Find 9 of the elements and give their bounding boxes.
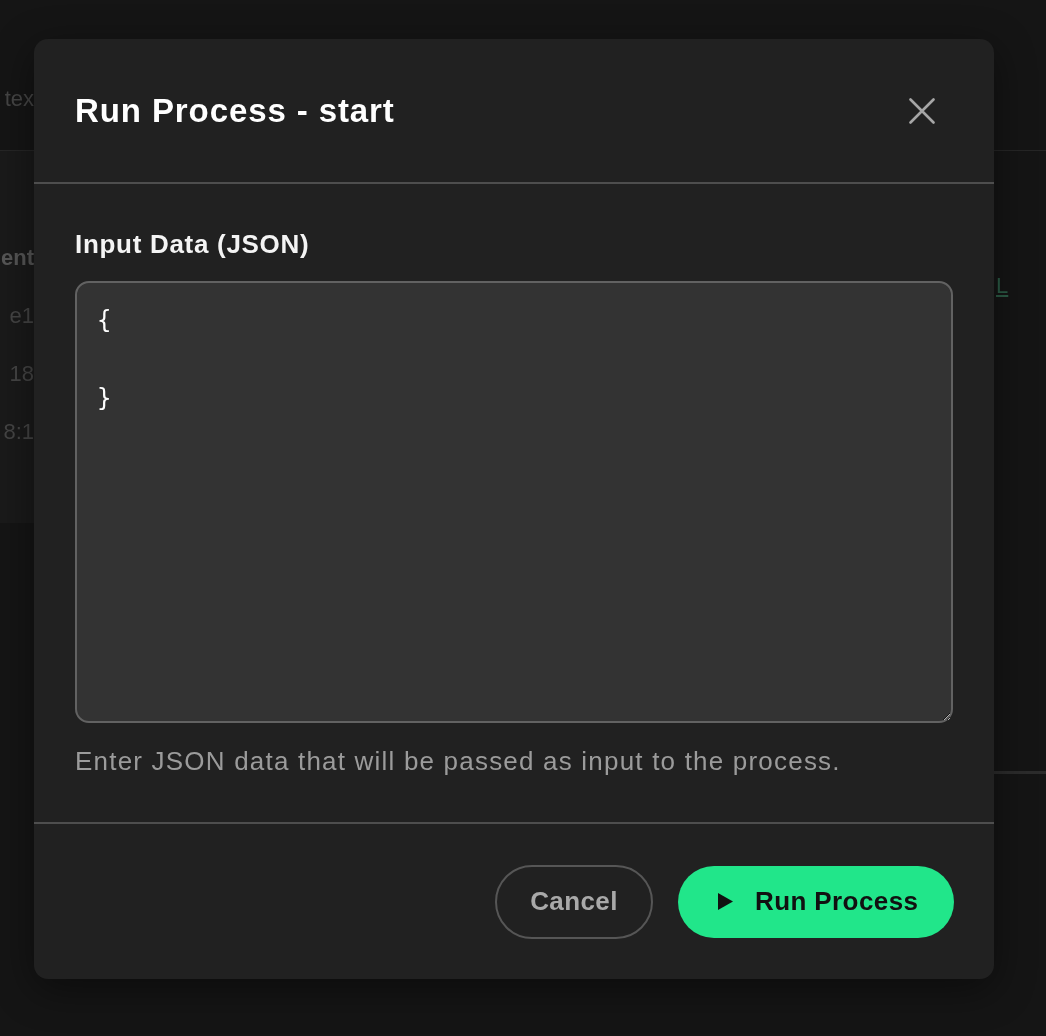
play-icon	[718, 893, 733, 910]
cancel-button[interactable]: Cancel	[495, 864, 653, 939]
field-label: Input Data (JSON)	[75, 229, 310, 259]
json-input-field[interactable]: { }	[75, 281, 953, 723]
dialog-title: Run Process - start	[75, 91, 395, 130]
section-heading: ent	[1, 245, 34, 271]
run-button[interactable]: Run Process	[678, 865, 954, 938]
help-text: Enter JSON data that will be passed as input to the process.	[75, 746, 841, 776]
close-icon	[909, 97, 935, 124]
